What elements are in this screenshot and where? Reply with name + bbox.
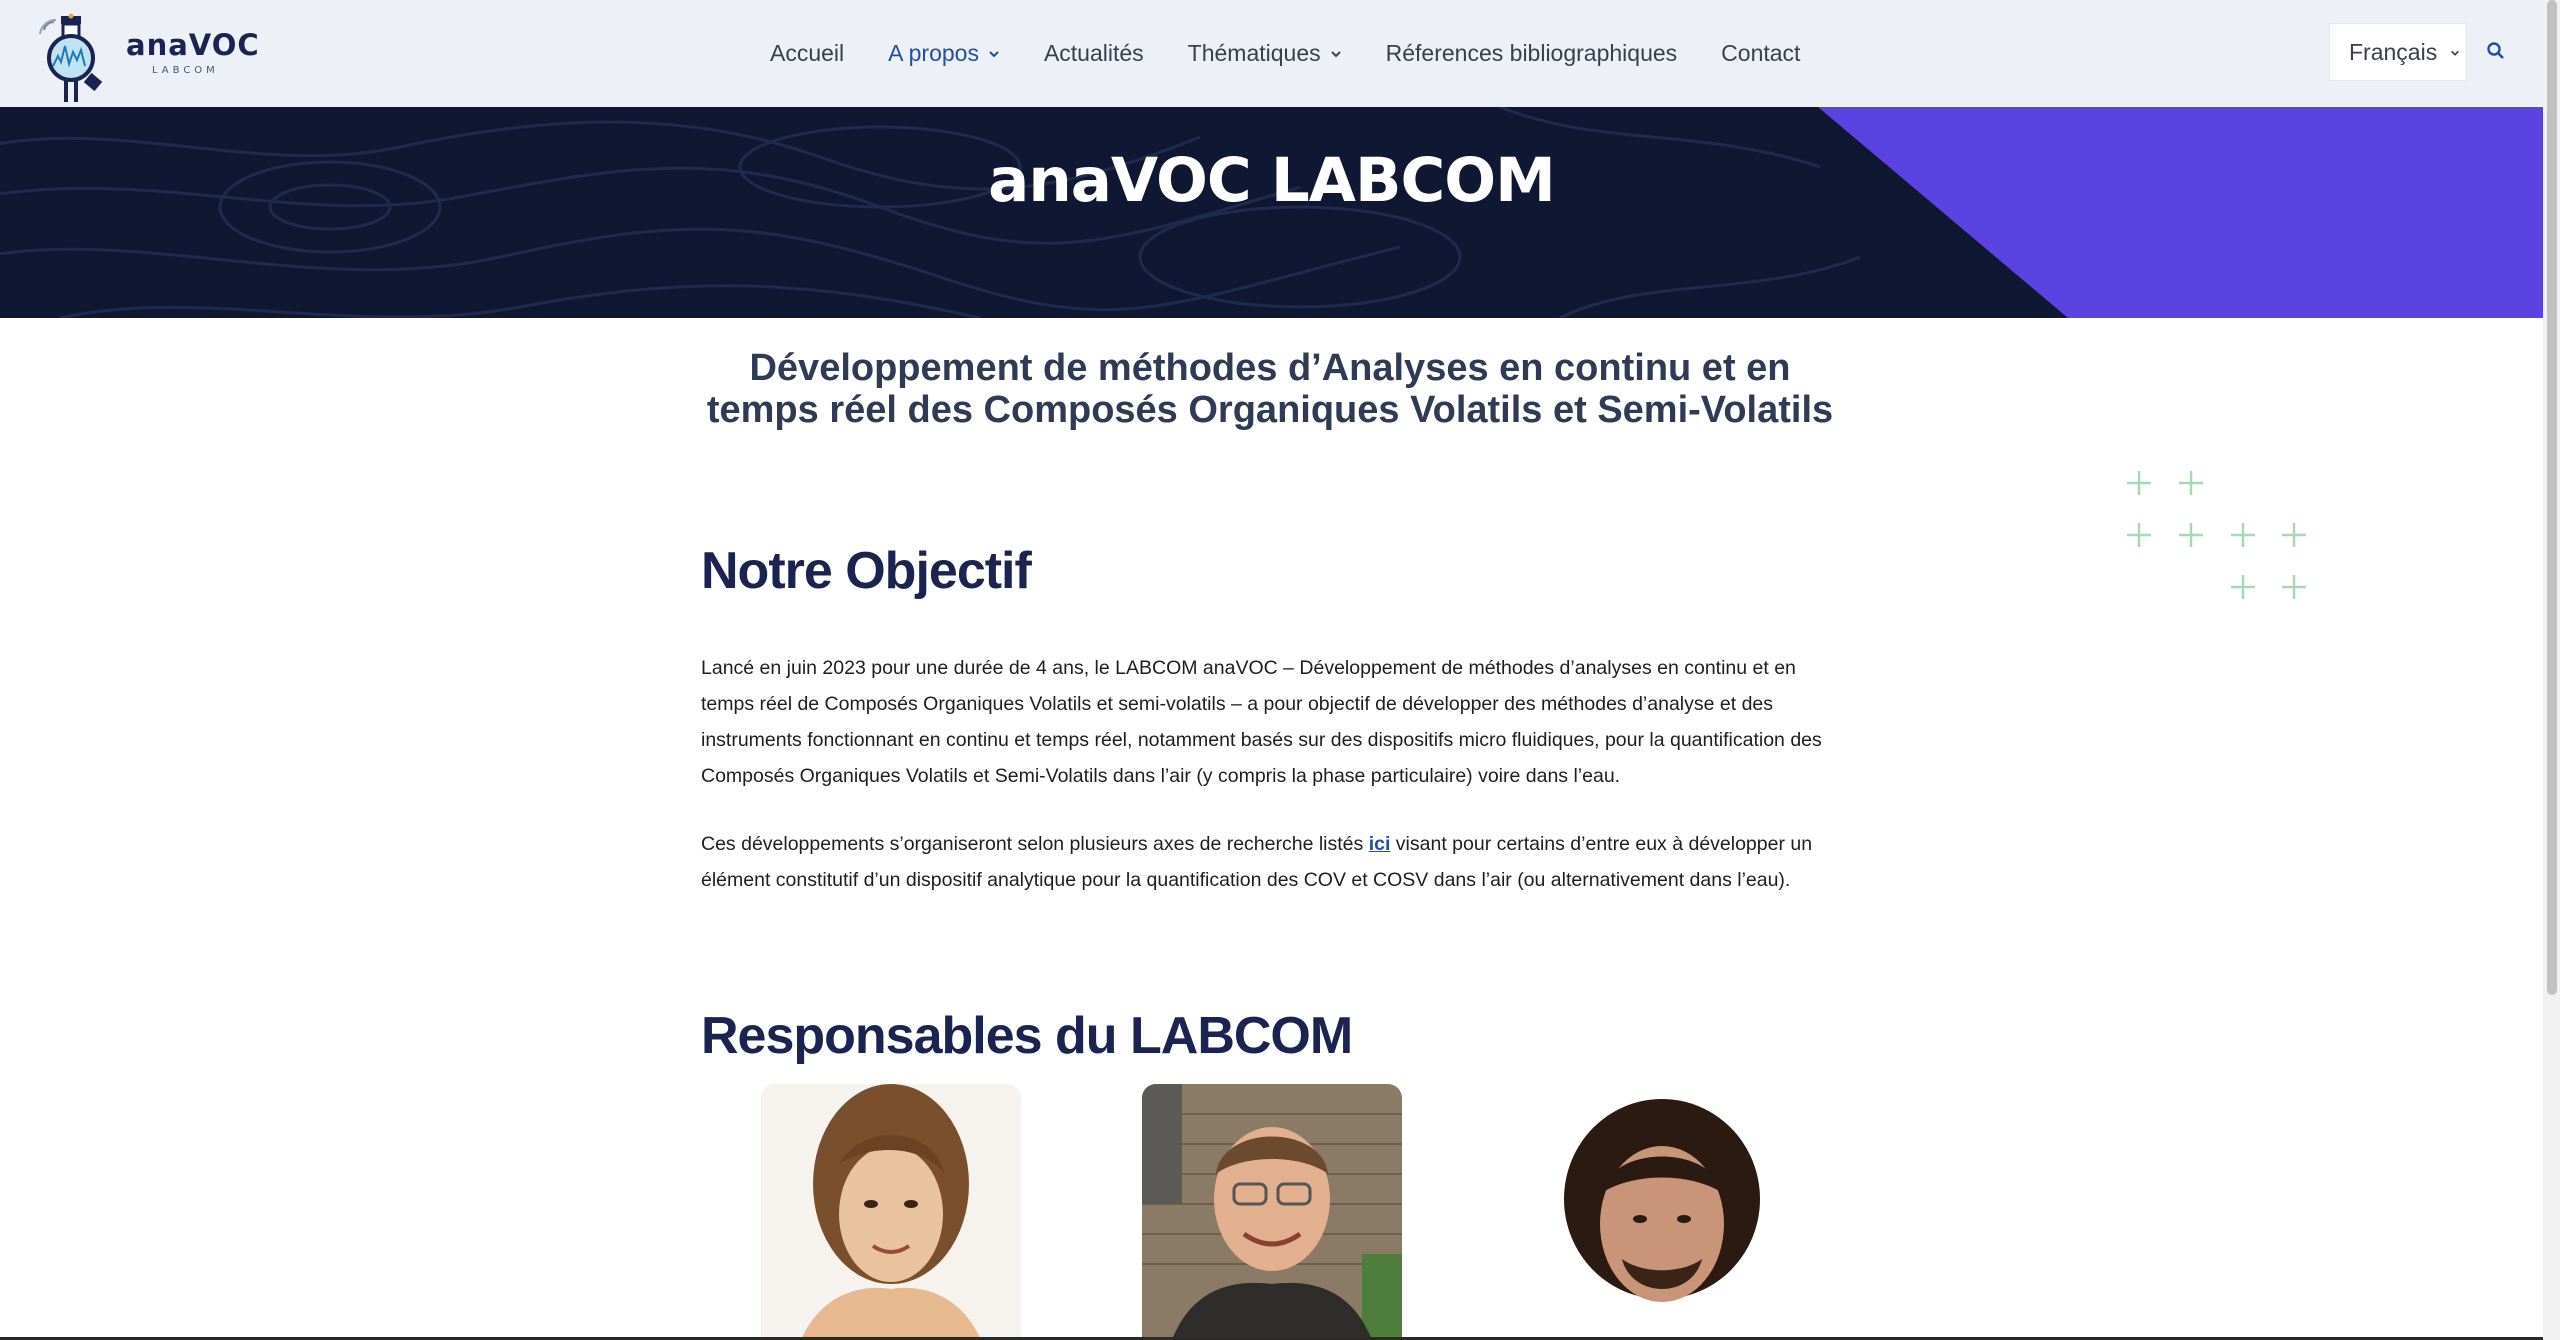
language-select[interactable]: Français (2329, 23, 2467, 81)
nav-item-a-propos[interactable]: A propos (888, 40, 1000, 67)
decorative-plus-icon-grid (2127, 471, 2306, 599)
nav-label: Contact (1721, 40, 1801, 66)
nav-item-references[interactable]: Réferences bibliographiques (1386, 40, 1678, 67)
manager-photo-1 (761, 1084, 1021, 1340)
page-title: anaVOC LABCOM (988, 145, 1556, 216)
nav-item-contact[interactable]: Contact (1721, 40, 1800, 67)
managers-heading: Responsables du LABCOM (701, 1007, 1353, 1065)
chevron-down-icon (989, 50, 999, 57)
nav-item-accueil[interactable]: Accueil (770, 40, 844, 67)
subtitle-line-1: Développement de méthodes d’Analyses en … (749, 347, 1791, 389)
logo-name: anaVOC (126, 28, 260, 62)
nav-label: Accueil (770, 40, 845, 66)
nav-item-thematiques[interactable]: Thématiques (1188, 40, 1342, 67)
nav-label: A propos (888, 40, 979, 66)
subtitle-line-2: temps réel des Composés Organiques Volat… (706, 389, 1834, 431)
nav-label: Réferences bibliographiques (1385, 40, 1678, 66)
site-header: anaVOC LABCOM Accueil A propos Actualité… (0, 0, 2543, 108)
axes-link[interactable]: ici (1369, 833, 1391, 855)
main-nav: Accueil A propos Actualités Thématiques … (770, 0, 1844, 107)
search-icon[interactable] (2485, 40, 2507, 62)
logo-subtitle: LABCOM (152, 65, 219, 76)
nav-item-actualites[interactable]: Actualités (1044, 40, 1144, 67)
chevron-down-icon (1330, 50, 1341, 57)
page-hero: anaVOC LABCOM (0, 107, 2543, 318)
language-value: Français (2349, 38, 2438, 65)
axes-text-before: Ces développements s’organiseront selon … (701, 833, 1369, 855)
site-logo[interactable]: anaVOC LABCOM (36, 10, 276, 102)
nav-label: Actualités (1043, 40, 1144, 66)
manager-photo-3 (1532, 1084, 1792, 1340)
manager-photo-2 (1142, 1084, 1402, 1340)
axes-paragraph: Ces développements s’organiseront selon … (701, 826, 1851, 898)
scrollbar-thumb[interactable] (2547, 0, 2557, 995)
page-subtitle: Développement de méthodes d’Analyses en … (700, 347, 1840, 431)
chevron-down-icon (2451, 50, 2459, 56)
nav-label: Thématiques (1187, 40, 1321, 66)
logo-icon (39, 13, 103, 102)
objective-heading: Notre Objectif (701, 542, 1032, 600)
logo-text: anaVOC LABCOM (126, 28, 260, 76)
objective-paragraph: Lancé en juin 2023 pour une durée de 4 a… (701, 657, 1822, 787)
